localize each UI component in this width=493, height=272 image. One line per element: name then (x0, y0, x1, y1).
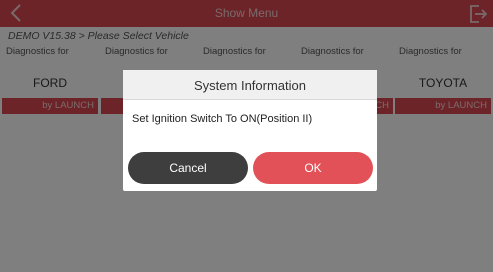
system-information-dialog: System Information Set Ignition Switch T… (123, 70, 377, 191)
dialog-title-bar: System Information (123, 70, 377, 100)
cancel-button[interactable]: Cancel (128, 152, 248, 184)
dialog-message: Set Ignition Switch To ON(Position II) (132, 113, 313, 125)
ok-button[interactable]: OK (253, 152, 373, 184)
dialog-title: System Information (194, 78, 306, 93)
